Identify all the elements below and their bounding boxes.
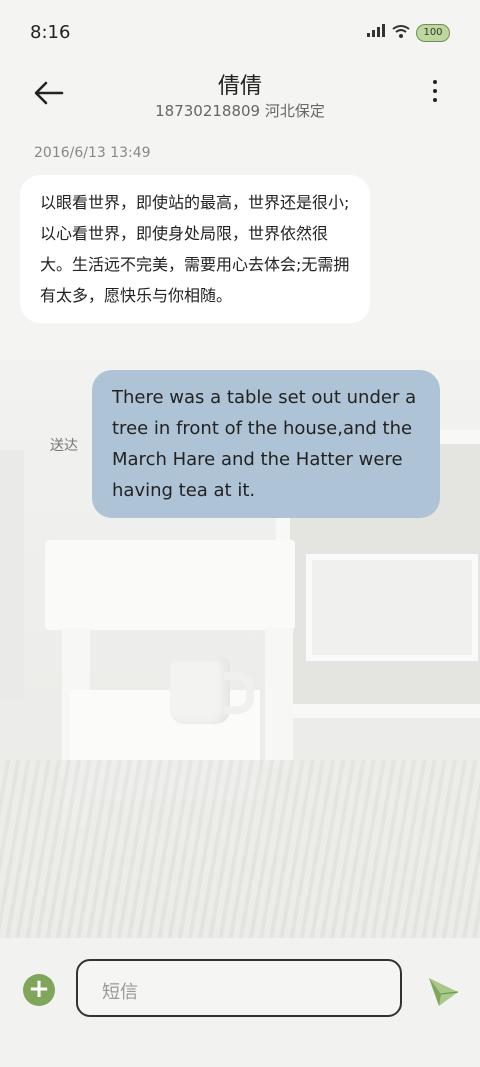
more-vertical-icon — [433, 80, 437, 84]
add-attachment-button[interactable]: + — [23, 974, 55, 1006]
contact-detail: 18730218809 河北保定 — [155, 102, 325, 120]
conversation-header: 倩倩 18730218809 河北保定 — [0, 66, 480, 130]
incoming-message-bubble[interactable]: 以眼看世界，即使站的最高，世界还是很小;以心看世界，即使身处局限，世界依然很大。… — [20, 175, 370, 323]
message-date: 2016/6/13 13:49 — [34, 145, 151, 161]
message-input-placeholder: 短信 — [102, 982, 138, 1003]
outgoing-message-bubble[interactable]: There was a table set out under a tree i… — [92, 370, 440, 518]
plus-circle-icon: + — [28, 974, 50, 1004]
status-time: 8:16 — [30, 22, 71, 43]
more-options-button[interactable] — [430, 80, 440, 110]
wifi-icon — [392, 23, 410, 42]
signal-icon — [366, 24, 386, 41]
contact-name: 倩倩 — [217, 74, 262, 99]
paper-plane-icon — [429, 978, 459, 1006]
status-bar: 8:16 100 — [0, 0, 480, 66]
wallpaper-table — [45, 540, 295, 630]
wallpaper-mug — [170, 658, 254, 724]
delivery-status: 送达 — [50, 438, 78, 454]
battery-icon: 100 — [416, 23, 450, 42]
wallpaper-blanket — [0, 760, 480, 940]
message-input[interactable]: 短信 — [76, 959, 402, 1017]
send-button[interactable] — [425, 974, 461, 1010]
composer-bar: + 短信 — [0, 938, 480, 1067]
